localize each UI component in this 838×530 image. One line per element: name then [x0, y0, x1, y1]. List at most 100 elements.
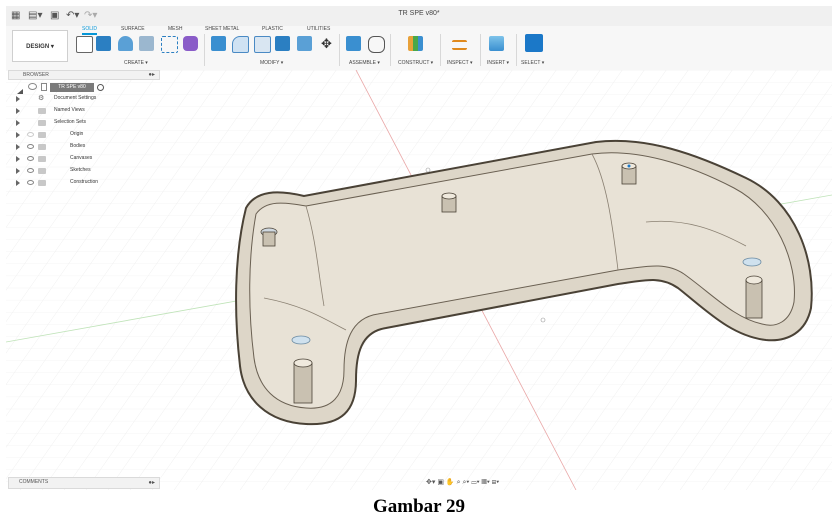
folder-icon — [38, 180, 46, 186]
insert-image-icon[interactable] — [489, 36, 504, 51]
eye-hidden-icon[interactable] — [27, 132, 34, 137]
browser-item-label: Sketches — [70, 167, 91, 173]
browser-item-label: Origin — [70, 131, 84, 137]
pattern-icon[interactable] — [161, 36, 178, 53]
assemble-menu[interactable]: ASSEMBLE ▾ — [349, 60, 380, 66]
select-menu[interactable]: SELECT ▾ — [521, 60, 544, 66]
hole-marker[interactable] — [291, 335, 311, 345]
hole-marker[interactable] — [742, 257, 762, 267]
eye-icon[interactable] — [27, 144, 34, 149]
title-bar: ▦ ▤▾ ▣ ↶▾ ↷▾ TR SPE v80* — [6, 6, 832, 27]
eye-icon[interactable] — [27, 168, 34, 173]
browser-item-label: Canvases — [70, 155, 93, 161]
browser-item-label: Named Views — [54, 107, 85, 113]
expand-arrow-icon[interactable] — [16, 144, 20, 150]
boss-post[interactable] — [293, 358, 313, 404]
separator — [516, 34, 517, 66]
fillet-icon[interactable] — [232, 36, 249, 53]
look-at-icon[interactable]: ▣ — [437, 479, 444, 486]
app-window: ▦ ▤▾ ▣ ↶▾ ↷▾ TR SPE v80* DESIGN ▾ SOLID … — [6, 6, 832, 490]
expand-arrow-icon[interactable] — [16, 120, 20, 126]
shell-icon[interactable] — [254, 36, 271, 53]
separator — [339, 34, 340, 66]
expand-arrow-icon[interactable] — [16, 180, 20, 186]
hole-icon[interactable] — [139, 36, 154, 51]
folder-icon — [38, 168, 46, 174]
tab-solid[interactable]: SOLID — [82, 26, 98, 35]
folder-icon — [38, 156, 46, 162]
grid-settings-icon[interactable]: ▦▾ — [482, 479, 490, 486]
folder-icon — [38, 144, 46, 150]
browser-root-item[interactable]: TR SPE v80 — [50, 83, 94, 92]
zoom-icon[interactable]: ⌕ — [457, 479, 461, 486]
create-sketch-icon[interactable] — [76, 36, 93, 53]
expand-arrow-icon[interactable] — [16, 156, 20, 162]
press-pull-icon[interactable] — [211, 36, 226, 51]
root-visibility-icon[interactable] — [28, 83, 37, 90]
split-body-icon[interactable] — [297, 36, 312, 51]
new-component-icon[interactable] — [346, 36, 361, 51]
orbit-icon[interactable]: ✥▾ — [426, 479, 435, 486]
construct-menu[interactable]: CONSTRUCT ▾ — [398, 60, 433, 66]
expand-arrow-icon[interactable] — [16, 96, 20, 102]
modify-menu[interactable]: MODIFY ▾ — [260, 60, 283, 66]
select-icon[interactable] — [525, 34, 543, 52]
eye-icon[interactable] — [27, 156, 34, 161]
revolve-icon[interactable] — [118, 36, 133, 51]
toolbar-ribbon: DESIGN ▾ SOLID SURFACE MESH SHEET METAL … — [6, 26, 832, 71]
tab-utilities[interactable]: UTILITIES — [307, 26, 330, 32]
move-icon[interactable]: ✥ — [319, 36, 334, 51]
joint-icon[interactable] — [368, 36, 385, 53]
navigation-bar: ✥▾ ▣ ✋ ⌕ ⌕▾ ▭▾ ▦▾ ⊞▾ — [426, 478, 499, 490]
measure-icon[interactable] — [452, 40, 467, 50]
browser-item-label: Bodies — [70, 143, 86, 149]
expand-arrow-icon[interactable] — [16, 108, 20, 114]
boss-post[interactable] — [441, 192, 457, 213]
comments-options-icon[interactable]: ●▸ — [148, 478, 155, 488]
zoom-window-icon[interactable]: ⌕▾ — [462, 479, 469, 486]
document-title: TR SPE v80* — [398, 10, 440, 17]
browser-panel[interactable]: BROWSER ●▸ — [8, 70, 160, 80]
separator — [204, 34, 205, 66]
browser-item-label: Construction — [70, 179, 99, 185]
browser-options-icon[interactable]: ●▸ — [148, 71, 155, 79]
tab-plastic[interactable]: PLASTIC — [262, 26, 283, 32]
tab-surface[interactable]: SURFACE — [121, 26, 145, 32]
viewports-icon[interactable]: ⊞▾ — [492, 479, 499, 486]
browser-item-label: Selection Sets — [54, 119, 86, 125]
browser-item-label: Document Settings — [54, 95, 97, 101]
separator — [440, 34, 441, 66]
axis-point — [425, 167, 431, 173]
boss-post[interactable] — [621, 162, 637, 185]
form-icon[interactable] — [183, 36, 198, 51]
workspace-switcher-button[interactable]: DESIGN ▾ — [12, 30, 68, 62]
inspect-menu[interactable]: INSPECT ▾ — [447, 60, 472, 66]
separator — [390, 34, 391, 66]
display-settings-icon[interactable]: ▭▾ — [471, 479, 479, 486]
expand-arrow-icon[interactable] — [16, 168, 20, 174]
insert-menu[interactable]: INSERT ▾ — [487, 60, 509, 66]
expand-arrow-icon[interactable] — [16, 132, 20, 138]
activate-component-icon[interactable] — [97, 84, 104, 91]
gear-icon: ⚙ — [38, 95, 45, 102]
offset-plane-icon[interactable] — [408, 36, 423, 51]
eye-icon[interactable] — [27, 180, 34, 185]
axis-point — [540, 317, 546, 323]
comments-panel[interactable]: COMMENTS ●▸ — [8, 477, 160, 489]
combine-icon[interactable] — [275, 36, 290, 51]
create-menu[interactable]: CREATE ▾ — [124, 60, 148, 66]
extrude-icon[interactable] — [96, 36, 111, 51]
tab-mesh[interactable]: MESH — [168, 26, 182, 32]
comments-label: COMMENTS — [19, 479, 49, 485]
figure-caption: Gambar 29 — [372, 496, 465, 517]
viewport-canvas[interactable] — [6, 70, 832, 490]
folder-icon — [38, 132, 46, 138]
expand-root-icon[interactable] — [16, 83, 24, 94]
browser-title: BROWSER — [23, 72, 49, 78]
tab-sheet-metal[interactable]: SHEET METAL — [205, 26, 239, 32]
separator — [480, 34, 481, 66]
boss-post[interactable] — [260, 227, 278, 247]
document-icon — [41, 83, 47, 91]
boss-post[interactable] — [745, 275, 763, 319]
pan-icon[interactable]: ✋ — [446, 479, 455, 486]
